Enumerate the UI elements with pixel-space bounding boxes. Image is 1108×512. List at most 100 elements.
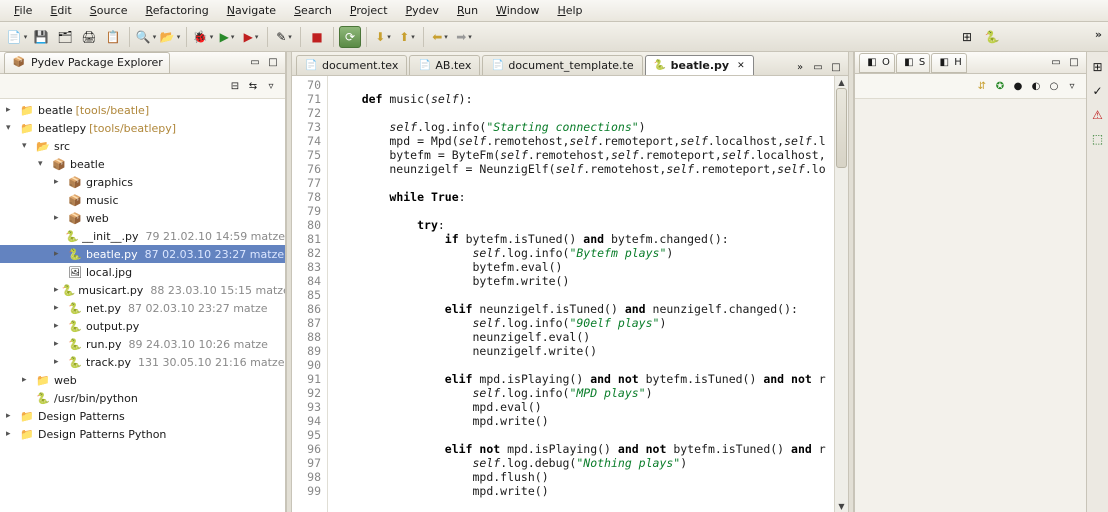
menu-help[interactable]: Help bbox=[549, 2, 590, 19]
search-button[interactable]: 🔍 bbox=[135, 26, 157, 48]
package-explorer-tab[interactable]: 📦 Pydev Package Explorer bbox=[4, 52, 170, 74]
scroll-up-icon[interactable]: ▲ bbox=[835, 76, 848, 88]
prev-annotation-button[interactable]: ⬆ bbox=[396, 26, 418, 48]
code-content[interactable]: def music(self): self.log.info("Starting… bbox=[328, 76, 848, 512]
tree-row[interactable]: ▸🐍net.py87 02.03.10 23:27 matze bbox=[0, 299, 285, 317]
sort-icon[interactable]: ⇵ bbox=[974, 78, 990, 94]
editor-tab[interactable]: 📄document_template.te bbox=[482, 55, 642, 75]
menu-file[interactable]: File bbox=[6, 2, 40, 19]
tree-row[interactable]: ▸🐍output.py bbox=[0, 317, 285, 335]
editor-tab[interactable]: 📄document.tex bbox=[296, 55, 407, 75]
twisty-icon[interactable]: ▸ bbox=[54, 339, 64, 349]
twisty-icon[interactable]: ▸ bbox=[54, 249, 64, 259]
twisty-icon[interactable]: ▸ bbox=[54, 303, 64, 313]
tree-row[interactable]: ▸📁Design Patterns Python bbox=[0, 425, 285, 443]
maximize-icon[interactable]: □ bbox=[828, 59, 844, 75]
link-editor-icon[interactable]: ⇆ bbox=[245, 78, 261, 94]
hide-fields-icon[interactable]: ● bbox=[1010, 78, 1026, 94]
tab-list-icon[interactable]: » bbox=[792, 59, 808, 75]
open-type-button[interactable]: 📂 bbox=[159, 26, 181, 48]
tree-row[interactable]: ▸🐍run.py89 24.03.10 10:26 matze bbox=[0, 335, 285, 353]
maximize-icon[interactable]: □ bbox=[265, 55, 281, 71]
tree-row[interactable]: ▸🐍musicart.py88 23.03.10 15:15 matze bbox=[0, 281, 285, 299]
editor-tab[interactable]: 📄AB.tex bbox=[409, 55, 480, 75]
menu-project[interactable]: Project bbox=[342, 2, 396, 19]
save-button[interactable]: 💾 bbox=[30, 26, 52, 48]
minimize-icon[interactable]: ▭ bbox=[810, 59, 826, 75]
tree-row[interactable]: ▸📦graphics bbox=[0, 173, 285, 191]
tree-row[interactable]: 📦music bbox=[0, 191, 285, 209]
toolbar-overflow[interactable]: » bbox=[1095, 28, 1102, 41]
menu-window[interactable]: Window bbox=[488, 2, 547, 19]
tree-row[interactable]: ▸📁Design Patterns bbox=[0, 407, 285, 425]
twisty-icon[interactable]: ▸ bbox=[6, 429, 16, 439]
menu-refactoring[interactable]: Refactoring bbox=[138, 2, 217, 19]
minimize-icon[interactable]: ▭ bbox=[1048, 55, 1064, 71]
twisty-icon[interactable]: ▸ bbox=[54, 321, 64, 331]
maximize-icon[interactable]: □ bbox=[1066, 55, 1082, 71]
forward-button[interactable]: ➡ bbox=[453, 26, 475, 48]
outline-tab-h[interactable]: ◧H bbox=[931, 53, 967, 73]
vertical-scrollbar[interactable]: ▲ ▼ bbox=[834, 76, 848, 512]
twisty-icon[interactable]: ▾ bbox=[22, 141, 32, 151]
new-module-button[interactable]: ✎ bbox=[273, 26, 295, 48]
collapse-all-icon[interactable]: ⊟ bbox=[227, 78, 243, 94]
view-menu-icon[interactable]: ▿ bbox=[1064, 78, 1080, 94]
twisty-icon[interactable]: ▸ bbox=[6, 411, 16, 421]
menu-navigate[interactable]: Navigate bbox=[219, 2, 284, 19]
tree-row[interactable]: ▸📁web bbox=[0, 371, 285, 389]
problems-view-icon[interactable]: ⚠ bbox=[1089, 106, 1107, 124]
outline-tab-o[interactable]: ◧O bbox=[859, 53, 895, 73]
twisty-icon[interactable]: ▸ bbox=[54, 213, 64, 223]
close-icon[interactable]: ✕ bbox=[737, 61, 745, 71]
view-menu-icon[interactable]: ▿ bbox=[263, 78, 279, 94]
outline-tab-s[interactable]: ◧S bbox=[896, 53, 930, 73]
tree-row[interactable]: ▸📁beatle [tools/beatle] bbox=[0, 101, 285, 119]
tree-row[interactable]: ▸📦web bbox=[0, 209, 285, 227]
hide-nonpublic-icon[interactable]: ○ bbox=[1046, 78, 1062, 94]
minimize-icon[interactable]: ▭ bbox=[247, 55, 263, 71]
tree-row[interactable]: ▸🐍beatle.py87 02.03.10 23:27 matze bbox=[0, 245, 285, 263]
tree-row[interactable]: 🖼local.jpg bbox=[0, 263, 285, 281]
external-tools-button[interactable]: ▶ bbox=[240, 26, 262, 48]
hide-static-icon[interactable]: ◐ bbox=[1028, 78, 1044, 94]
menu-pydev[interactable]: Pydev bbox=[398, 2, 447, 19]
menu-source[interactable]: Source bbox=[82, 2, 136, 19]
twisty-icon[interactable]: ▾ bbox=[6, 123, 16, 133]
project-tree[interactable]: ▸📁beatle [tools/beatle]▾📁beatlepy [tools… bbox=[0, 99, 285, 512]
tree-row[interactable]: ▾📦beatle bbox=[0, 155, 285, 173]
save-all-button[interactable]: 🗂 bbox=[54, 26, 76, 48]
scroll-thumb[interactable] bbox=[836, 88, 847, 168]
twisty-icon[interactable]: ▸ bbox=[54, 357, 64, 367]
next-annotation-button[interactable]: ⬇ bbox=[372, 26, 394, 48]
tree-row[interactable]: 🐍__init__.py79 21.02.10 14:59 matze bbox=[0, 227, 285, 245]
new-button[interactable]: 📄 bbox=[6, 26, 28, 48]
build-button[interactable]: 📋 bbox=[102, 26, 124, 48]
sync-button[interactable]: ⟳ bbox=[339, 26, 361, 48]
menu-run[interactable]: Run bbox=[449, 2, 486, 19]
debug-button[interactable]: 🐞 bbox=[192, 26, 214, 48]
tree-row[interactable]: ▾📂src bbox=[0, 137, 285, 155]
filter-icon[interactable]: ✪ bbox=[992, 78, 1008, 94]
twisty-icon[interactable]: ▸ bbox=[54, 177, 64, 187]
tree-row[interactable]: ▸🐍track.py131 30.05.10 21:16 matze bbox=[0, 353, 285, 371]
twisty-icon[interactable]: ▸ bbox=[6, 105, 16, 115]
perspective-pydev[interactable]: 🐍 bbox=[981, 26, 1003, 48]
back-button[interactable]: ⬅ bbox=[429, 26, 451, 48]
twisty-icon[interactable]: ▸ bbox=[54, 285, 59, 295]
tasks-view-icon[interactable]: ✓ bbox=[1089, 82, 1107, 100]
print-button[interactable]: 🖨 bbox=[78, 26, 100, 48]
tree-row[interactable]: 🐍/usr/bin/python bbox=[0, 389, 285, 407]
twisty-icon[interactable]: ▸ bbox=[22, 375, 32, 385]
console-view-icon[interactable]: ⬚ bbox=[1089, 130, 1107, 148]
terminate-button[interactable]: ■ bbox=[306, 26, 328, 48]
menu-search[interactable]: Search bbox=[286, 2, 340, 19]
twisty-icon[interactable]: ▾ bbox=[38, 159, 48, 169]
editor-tab[interactable]: 🐍beatle.py✕ bbox=[645, 55, 754, 75]
scroll-down-icon[interactable]: ▼ bbox=[835, 500, 848, 512]
perspective-button[interactable]: ⊞ bbox=[956, 26, 978, 48]
restore-view-icon[interactable]: ⊞ bbox=[1089, 58, 1107, 76]
tree-row[interactable]: ▾📁beatlepy [tools/beatlepy] bbox=[0, 119, 285, 137]
menu-edit[interactable]: Edit bbox=[42, 2, 79, 19]
code-editor[interactable]: 7071727374757677787980818283848586878889… bbox=[292, 76, 848, 512]
